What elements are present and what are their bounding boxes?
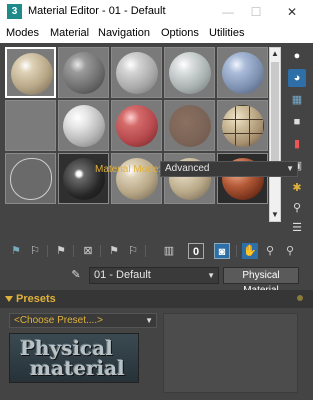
menu-material[interactable]: Material bbox=[50, 27, 89, 39]
sample-slot[interactable] bbox=[58, 153, 109, 204]
preset-preview-area bbox=[163, 313, 298, 393]
sample-slot[interactable] bbox=[111, 153, 162, 204]
material-sphere-icon bbox=[222, 52, 264, 94]
sample-slot[interactable] bbox=[217, 100, 268, 151]
sample-slot[interactable] bbox=[5, 47, 56, 98]
material-type-button[interactable]: Physical Material bbox=[223, 267, 299, 296]
material-name-text: 01 - Default bbox=[94, 269, 151, 281]
go-to-parent-icon[interactable]: ⚲ bbox=[262, 243, 278, 259]
window-title: Material Editor - 01 - Default bbox=[28, 5, 166, 17]
sample-slot[interactable] bbox=[164, 100, 215, 151]
flat-grey-swatch-icon bbox=[10, 105, 52, 147]
sample-slot[interactable] bbox=[5, 153, 56, 204]
3ds-max-app-icon: 3 bbox=[7, 4, 22, 19]
sample-slots-grid bbox=[5, 47, 268, 259]
material-sphere-icon bbox=[11, 53, 53, 95]
material-sphere-icon bbox=[116, 105, 158, 147]
chevron-down-icon: ▼ bbox=[286, 164, 294, 173]
sample-slot[interactable] bbox=[111, 100, 162, 151]
toolbar-separator bbox=[100, 245, 101, 257]
sample-slot[interactable] bbox=[58, 47, 109, 98]
video-color-check-icon[interactable]: ▮ bbox=[288, 135, 306, 153]
menu-modes[interactable]: Modes bbox=[6, 27, 39, 39]
material-sphere-icon bbox=[63, 105, 105, 147]
presets-title: Presets bbox=[16, 293, 56, 305]
scroll-thumb[interactable] bbox=[271, 62, 279, 162]
sample-slot[interactable] bbox=[217, 47, 268, 98]
material-sphere-icon bbox=[169, 52, 211, 94]
menu-utilities[interactable]: Utilities bbox=[209, 27, 244, 39]
show-end-result-icon[interactable]: ✋ bbox=[242, 243, 258, 259]
side-toolbar: ● ◕ ▦ ■ ▮ ▣ ✱ ⚲ ☰ bbox=[286, 47, 310, 237]
toolbar-separator bbox=[73, 245, 74, 257]
title-bar: 3 Material Editor - 01 - Default — ☐ ✕ bbox=[0, 0, 313, 24]
material-mode-label: Material Mode: bbox=[95, 164, 162, 175]
material-mode-value: Advanced bbox=[165, 163, 210, 174]
choose-preset-dropdown[interactable]: <Choose Preset....> ▼ bbox=[9, 313, 157, 328]
toolbar-separator bbox=[47, 245, 48, 257]
logo-line-2: material bbox=[30, 356, 125, 380]
select-by-material-icon[interactable]: ⚲ bbox=[288, 199, 306, 217]
uv-tiling-icon[interactable]: ■ bbox=[288, 113, 306, 131]
material-toolbar: ⚑ ⚐ ⚑ ⊠ ⚑ ⚐ ▥ 0 ◙ ✋ ⚲ ⚲ bbox=[0, 239, 313, 263]
sample-slot[interactable] bbox=[5, 100, 56, 151]
put-to-scene-icon[interactable]: ⚐ bbox=[27, 243, 43, 259]
sample-slot[interactable] bbox=[164, 47, 215, 98]
material-mode-dropdown[interactable]: Advanced ▼ bbox=[160, 161, 298, 177]
menu-options[interactable]: Options bbox=[161, 27, 199, 39]
chevron-down-icon: ▼ bbox=[145, 316, 153, 325]
tile-sphere-icon bbox=[222, 105, 264, 147]
rollout-collapse-icon bbox=[5, 296, 13, 302]
options-icon[interactable]: ✱ bbox=[288, 179, 306, 197]
material-id-channel-icon[interactable]: ▥ bbox=[161, 243, 177, 259]
material-name-field[interactable]: 01 - Default ▼ bbox=[89, 267, 219, 284]
material-navigator-icon[interactable]: ☰ bbox=[288, 219, 306, 237]
material-sphere-icon bbox=[169, 105, 211, 147]
material-sphere-icon bbox=[63, 52, 105, 94]
chevron-down-icon: ▼ bbox=[207, 271, 215, 280]
make-unique-icon[interactable]: ⚑ bbox=[106, 243, 122, 259]
material-effects-channel-button[interactable]: 0 bbox=[188, 243, 204, 259]
presets-rollout-header[interactable]: Presets bbox=[0, 290, 313, 308]
rollout-pin-icon bbox=[297, 295, 303, 301]
get-material-icon[interactable]: ⚑ bbox=[8, 243, 24, 259]
material-sphere-icon bbox=[116, 52, 158, 94]
outline-sphere-icon bbox=[10, 158, 52, 200]
menu-bar: Modes Material Navigation Options Utilit… bbox=[0, 24, 313, 43]
sample-type-icon[interactable]: ● bbox=[288, 47, 306, 65]
menu-navigation[interactable]: Navigation bbox=[98, 27, 150, 39]
put-to-library-icon[interactable]: ⚐ bbox=[125, 243, 141, 259]
close-button[interactable]: ✕ bbox=[278, 2, 306, 22]
toolbar-separator bbox=[236, 245, 237, 257]
assign-to-selection-icon[interactable]: ⚑ bbox=[53, 243, 69, 259]
physical-material-logo: Physical material bbox=[9, 333, 139, 383]
go-forward-to-sibling-icon[interactable]: ⚲ bbox=[282, 243, 298, 259]
reset-map-icon[interactable]: ⊠ bbox=[80, 243, 96, 259]
minimize-button[interactable]: — bbox=[214, 2, 242, 22]
scroll-up-icon[interactable]: ▲ bbox=[270, 48, 280, 60]
toolbar-separator bbox=[145, 245, 146, 257]
choose-preset-text: <Choose Preset....> bbox=[14, 315, 103, 326]
backlight-icon[interactable]: ◕ bbox=[288, 69, 306, 87]
sample-slot[interactable] bbox=[58, 100, 109, 151]
presets-rollout-body: <Choose Preset....> ▼ Physical material bbox=[0, 310, 313, 400]
scroll-down-icon[interactable]: ▼ bbox=[270, 209, 280, 221]
background-checker-icon[interactable]: ▦ bbox=[288, 91, 306, 109]
eyedropper-icon[interactable]: ✎ bbox=[68, 267, 84, 283]
slots-vertical-scrollbar[interactable]: ▲ ▼ bbox=[269, 47, 281, 222]
sample-slot[interactable] bbox=[111, 47, 162, 98]
material-name-bar: ✎ 01 - Default ▼ Physical Material bbox=[0, 264, 313, 296]
show-shaded-material-icon[interactable]: ◙ bbox=[214, 243, 230, 259]
maximize-button[interactable]: ☐ bbox=[242, 2, 270, 22]
material-editor-panel: ▲ ▼ ● ◕ ▦ ■ ▮ ▣ ✱ ⚲ ☰ ⚑ ⚐ ⚑ ⊠ ⚑ ⚐ ▥ 0 ◙ … bbox=[0, 43, 313, 400]
